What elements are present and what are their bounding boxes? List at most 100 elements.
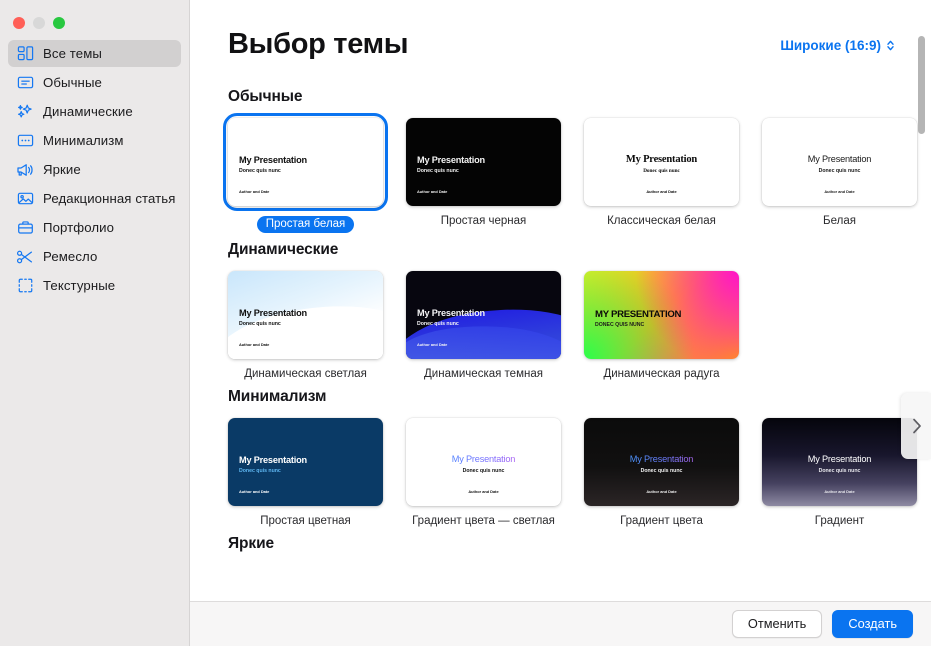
sidebar-item-craft[interactable]: Ремесло <box>8 243 181 270</box>
sidebar-item-minimal[interactable]: Минимализм <box>8 127 181 154</box>
section-title: Минимализм <box>228 388 327 405</box>
theme-card[interactable]: My Presentation Donec quis nunc Author and… <box>223 113 388 233</box>
sidebar-item-basic[interactable]: Обычные <box>8 69 181 96</box>
theme-card[interactable]: My Presentation Donec quis nunc Author and… <box>228 418 383 527</box>
theme-card[interactable]: My Presentation Donec quis nunc Author and… <box>228 271 383 380</box>
theme-preview: My Presentation Donec quis nunc Author and… <box>762 418 917 506</box>
sidebar-item-label: Текстурные <box>43 278 116 293</box>
sidebar-item-editorial[interactable]: Редакционная статья <box>8 185 181 212</box>
theme-preview: My Presentation Donec quis nunc Author and… <box>228 418 383 506</box>
aspect-ratio-value: Широкие (16:9) <box>780 38 881 53</box>
theme-thumbnail[interactable]: My Presentation Donec quis nunc Author and… <box>406 271 561 359</box>
theme-preview: My Presentation Donec quis nunc Author and… <box>406 118 561 206</box>
theme-card[interactable]: My Presentation Donec quis nunc Author and… <box>762 418 917 527</box>
theme-card[interactable]: My Presentation Donec quis nunc Author and… <box>584 418 739 527</box>
vertical-scrollbar[interactable] <box>918 36 925 134</box>
theme-preview: My Presentation Donec quis nunc Author and… <box>584 118 739 206</box>
sidebar-item-all-themes[interactable]: Все темы <box>8 40 181 67</box>
theme-card[interactable]: My Presentation Donec quis nunc Author and… <box>406 418 561 527</box>
chevron-right-icon <box>910 416 923 436</box>
theme-name-label: Простая черная <box>440 215 527 227</box>
all-themes-icon <box>16 45 34 63</box>
preview-subtitle: Donec quis nunc <box>643 168 680 174</box>
theme-name-label: Классическая белая <box>607 215 716 227</box>
sidebar-item-dynamic[interactable]: Динамические <box>8 98 181 125</box>
theme-section: Динамические My Presentation Donec quis nu… <box>190 233 931 380</box>
section-title: Динамические <box>228 241 339 258</box>
main-panel: Выбор темы Широкие (16:9) Обычные My Pres… <box>190 0 931 646</box>
theme-name-label: Градиент цвета <box>620 515 703 527</box>
aspect-ratio-select[interactable]: Широкие (16:9) <box>780 38 895 53</box>
theme-card[interactable]: My Presentation Donec quis nunc Author and… <box>584 118 739 233</box>
sidebar-item-label: Обычные <box>43 75 102 90</box>
sidebar-item-bold[interactable]: Яркие <box>8 156 181 183</box>
preview-author: Author and Date <box>239 189 270 194</box>
sidebar: Все темы Обычные Динамические Минимализм… <box>0 0 190 646</box>
sidebar-item-portfolio[interactable]: Портфолио <box>8 214 181 241</box>
cancel-button[interactable]: Отменить <box>731 609 823 639</box>
theme-preview: My Presentation Donec quis nunc Author and… <box>406 271 561 359</box>
theme-thumbnail[interactable]: My Presentation Donec quis nunc Author and… <box>584 118 739 206</box>
maximize-window-button[interactable] <box>53 16 65 29</box>
theme-card[interactable]: My Presentation Donec quis nunc Author and… <box>762 118 917 233</box>
main-header: Выбор темы Широкие (16:9) <box>190 0 931 88</box>
theme-grid: My Presentation Donec quis nunc Author and… <box>190 113 931 233</box>
sidebar-item-label: Редакционная статья <box>43 191 176 206</box>
theme-name-label: Белая <box>823 215 856 227</box>
preview-title: My Presentation <box>239 455 307 465</box>
theme-sections: Обычные My Presentation Donec quis nunc Aut… <box>190 88 931 575</box>
preview-title: My Presentation <box>584 454 739 464</box>
theme-name-label: Динамическая темная <box>424 368 543 380</box>
preview-author: Author and Date <box>417 189 448 194</box>
theme-name-label: Простая цветная <box>260 515 351 527</box>
preview-author: Author and Date <box>468 489 499 494</box>
theme-thumbnail[interactable]: My Presentation Donec quis nunc Author and… <box>406 418 561 506</box>
preview-author: Author and Date <box>417 342 448 347</box>
briefcase-icon <box>16 219 34 237</box>
page-title: Выбор темы <box>228 28 409 60</box>
theme-card[interactable]: My Presentation Donec quis nunc Author and… <box>406 118 561 233</box>
theme-thumbnail[interactable]: My Presentation Donec quis nunc Author and… <box>762 118 917 206</box>
preview-title: My Presentation <box>417 308 485 318</box>
window-traffic-lights <box>0 0 189 34</box>
preview-subtitle: Donec quis nunc <box>239 321 281 327</box>
close-window-button[interactable] <box>13 16 25 29</box>
sidebar-item-label: Ремесло <box>43 249 98 264</box>
theme-section: Яркие <box>190 527 931 565</box>
theme-preview: My Presentation Donec quis nunc Author and… <box>228 271 383 359</box>
theme-name-label: Динамическая радуга <box>603 368 720 380</box>
theme-thumbnail[interactable]: My Presentation Donec quis nunc Author and… <box>223 113 388 211</box>
theme-name-label: Градиент цвета — светлая <box>412 515 555 527</box>
preview-title: My Presentation <box>807 454 872 464</box>
theme-thumbnail[interactable]: My Presentation Donec quis nunc Author and… <box>584 418 739 506</box>
sidebar-item-textured[interactable]: Текстурные <box>8 272 181 299</box>
preview-subtitle: Donec quis nunc <box>417 168 459 174</box>
sidebar-category-list: Все темы Обычные Динамические Минимализм… <box>0 34 189 299</box>
theme-thumbnail[interactable]: My Presentation Donec quis nunc Author and… <box>762 418 917 506</box>
preview-subtitle: Donec quis nunc <box>818 168 861 174</box>
theme-preview: My Presentation Donec quis nunc Author and… <box>406 418 561 506</box>
theme-thumbnail[interactable]: My Presentation Donec quis nunc Author and… <box>406 118 561 206</box>
sidebar-item-label: Динамические <box>43 104 133 119</box>
theme-thumbnail[interactable]: My Presentation Donec quis nunc Author and… <box>228 271 383 359</box>
scissors-icon <box>16 248 34 266</box>
create-button[interactable]: Создать <box>832 609 913 639</box>
theme-card[interactable]: My Presentation Donec quis nunc Author and… <box>406 271 561 380</box>
preview-subtitle: Donec quis nunc <box>462 468 505 474</box>
theme-name-label: Динамическая светлая <box>244 368 367 380</box>
next-page-button[interactable] <box>901 393 931 459</box>
minimize-window-button[interactable] <box>33 16 45 29</box>
preview-author: Author and Date <box>824 489 855 494</box>
preview-author: Author and Date <box>239 489 270 494</box>
theme-thumbnail[interactable]: MY PRESENTATIONDONEC QUIS NUNCAuthor and… <box>584 271 739 359</box>
theme-preview: My Presentation Donec quis nunc Author and… <box>228 118 383 206</box>
chevron-up-down-icon <box>886 39 895 52</box>
theme-thumbnail[interactable]: My Presentation Donec quis nunc Author and… <box>228 418 383 506</box>
preview-subtitle: DONEC QUIS NUNC <box>595 322 645 328</box>
theme-scroll-area[interactable]: Обычные My Presentation Donec quis nunc Aut… <box>190 88 931 601</box>
section-title: Обычные <box>228 88 303 105</box>
preview-author: Author and Date <box>646 189 677 194</box>
preview-author: Author and Date <box>239 342 270 347</box>
crop-frame-icon <box>16 277 34 295</box>
theme-card[interactable]: MY PRESENTATIONDONEC QUIS NUNCAuthor and… <box>584 271 739 380</box>
